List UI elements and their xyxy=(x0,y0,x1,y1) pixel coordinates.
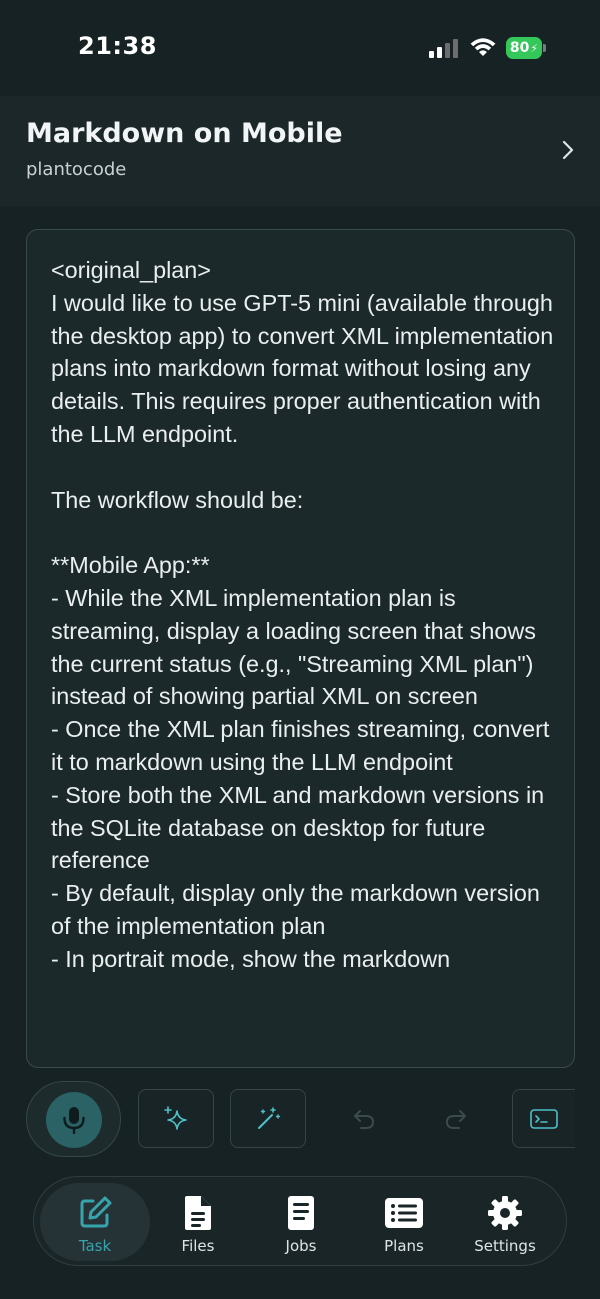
tab-task[interactable]: Task xyxy=(40,1183,150,1261)
undo-button[interactable] xyxy=(326,1089,402,1148)
redo-button[interactable] xyxy=(418,1089,494,1148)
page-title: Markdown on Mobile xyxy=(26,118,343,149)
battery-level: 80 xyxy=(509,40,530,56)
battery-indicator: 80 ⚡ xyxy=(506,37,546,59)
terminal-icon xyxy=(530,1108,558,1129)
voice-record-button[interactable] xyxy=(26,1081,121,1157)
cellular-signal-icon xyxy=(429,39,458,58)
status-bar: 21:38 80 ⚡ xyxy=(0,0,600,96)
chevron-right-icon[interactable] xyxy=(560,138,576,162)
tab-files-label: Files xyxy=(181,1237,215,1255)
gear-icon xyxy=(488,1196,522,1230)
list-icon xyxy=(385,1198,423,1228)
edit-icon xyxy=(80,1196,112,1228)
document-icon xyxy=(288,1196,314,1230)
tab-jobs-label: Jobs xyxy=(285,1237,317,1255)
redo-icon xyxy=(445,1109,466,1129)
wifi-icon xyxy=(470,38,496,56)
project-name: plantocode xyxy=(26,159,127,180)
tab-settings-label: Settings xyxy=(474,1237,536,1255)
undo-icon xyxy=(354,1109,375,1129)
tab-files[interactable]: Files xyxy=(143,1183,253,1261)
tab-task-label: Task xyxy=(78,1237,112,1255)
sparkles-icon xyxy=(164,1105,187,1130)
enhance-button[interactable] xyxy=(138,1089,214,1148)
task-text-area[interactable]: <original_plan> I would like to use GPT-… xyxy=(26,229,575,1068)
file-icon xyxy=(185,1196,211,1230)
task-description-text[interactable]: <original_plan> I would like to use GPT-… xyxy=(51,254,556,976)
tab-plans-label: Plans xyxy=(384,1237,424,1255)
header[interactable]: Markdown on Mobile plantocode xyxy=(0,96,600,206)
status-time: 21:38 xyxy=(78,32,157,60)
tab-jobs[interactable]: Jobs xyxy=(246,1183,356,1261)
magic-wand-icon xyxy=(258,1106,281,1129)
refine-button[interactable] xyxy=(230,1089,306,1148)
charging-bolt-icon: ⚡ xyxy=(530,41,539,55)
tab-plans[interactable]: Plans xyxy=(349,1183,459,1261)
terminal-button[interactable] xyxy=(512,1089,575,1148)
tab-settings[interactable]: Settings xyxy=(450,1183,560,1261)
tab-bar: Task Files Jobs Plans Settings xyxy=(33,1176,567,1266)
microphone-icon xyxy=(63,1107,85,1135)
